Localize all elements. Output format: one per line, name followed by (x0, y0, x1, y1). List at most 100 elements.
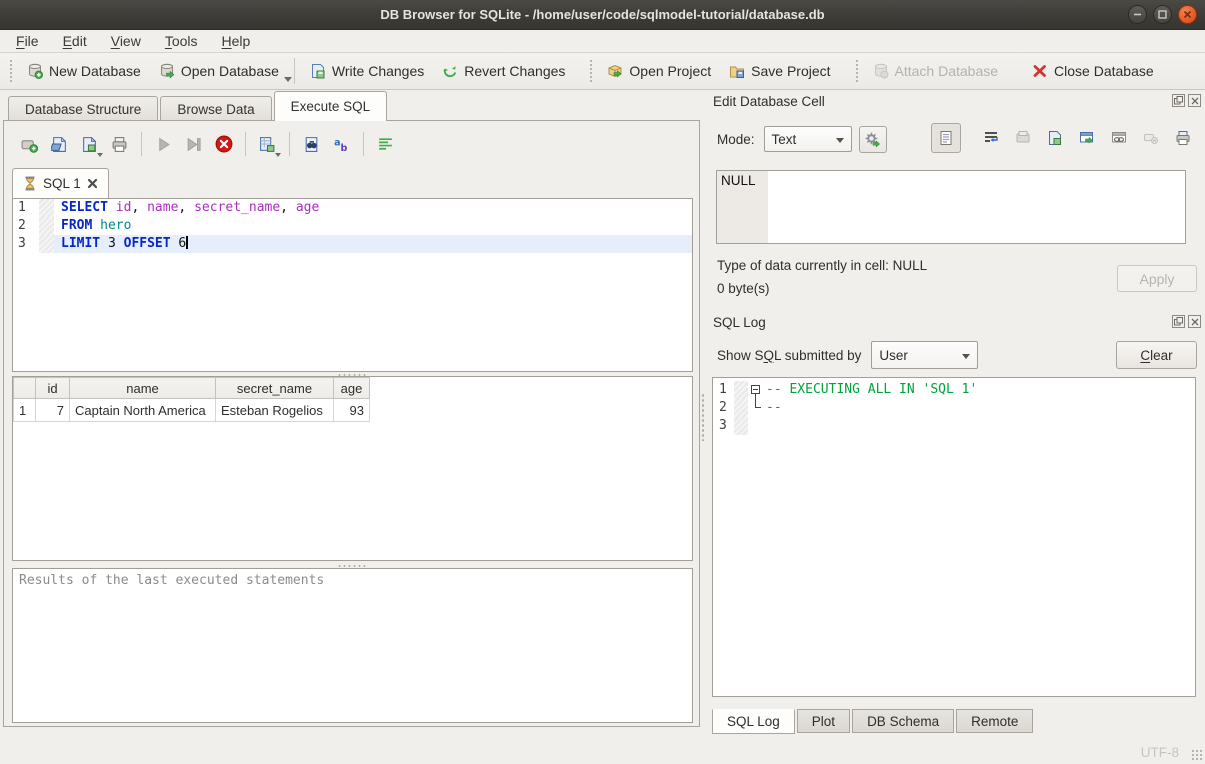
corner-header[interactable] (14, 378, 36, 399)
results-grid: id name secret_name age 1 7 Captain Nort… (12, 376, 693, 561)
log-line-number: 2 (713, 399, 734, 417)
log-line-number: 3 (713, 417, 734, 435)
float-dock-button[interactable] (1172, 315, 1185, 328)
revert-changes-button[interactable]: Revert Changes (433, 58, 574, 84)
word-wrap-icon (983, 130, 999, 146)
sql-editor[interactable]: 1 SELECT id, name, secret_name, age 2 FR… (12, 198, 693, 372)
cell-id[interactable]: 7 (36, 399, 70, 422)
window-controls (1128, 5, 1197, 24)
close-dock-button[interactable] (1188, 315, 1201, 328)
autocomplete-button[interactable]: ab (328, 131, 355, 158)
cell-value-editor[interactable]: NULL (716, 170, 1186, 244)
fold-tree-line (755, 394, 761, 408)
save-project-button[interactable]: Save Project (720, 58, 839, 84)
float-dock-button[interactable] (1172, 94, 1185, 107)
new-sql-tab-button[interactable] (16, 131, 43, 158)
open-project-icon (607, 63, 623, 79)
open-sql-file-icon (51, 136, 68, 153)
open-database-dropdown-caret-icon[interactable] (284, 77, 292, 82)
close-database-icon (1032, 63, 1048, 79)
clear-log-button[interactable]: Clear (1116, 341, 1197, 369)
cell-name[interactable]: Captain North America (70, 399, 216, 422)
find-button[interactable] (298, 131, 325, 158)
set-null-icon (1143, 130, 1159, 146)
format-sql-button[interactable] (372, 131, 399, 158)
menu-tools[interactable]: Tools (153, 31, 210, 51)
editor-line-current: 3 LIMIT 3 OFFSET 6 (13, 235, 692, 253)
execute-line-button (180, 131, 207, 158)
mode-label: Mode: (717, 132, 755, 147)
open-database-button[interactable]: Open Database (150, 58, 288, 84)
mode-combobox[interactable]: Text (764, 126, 852, 152)
toolbar-separator (294, 58, 295, 84)
results-header-row: id name secret_name age (14, 378, 370, 399)
menu-view[interactable]: View (99, 31, 153, 51)
cell-age[interactable]: 93 (334, 399, 370, 422)
auto-mode-button[interactable] (859, 126, 887, 153)
toolbar-drag-handle[interactable] (854, 58, 860, 84)
export-results-dropdown-caret-icon[interactable] (275, 153, 281, 157)
fold-minus-icon[interactable] (751, 385, 760, 394)
copy-link-button[interactable] (1103, 123, 1135, 153)
close-button[interactable] (1178, 5, 1197, 24)
log-line-number: 1 (713, 381, 734, 399)
menu-edit[interactable]: Edit (51, 31, 99, 51)
tab-remote[interactable]: Remote (956, 709, 1033, 733)
close-dock-icon (1191, 318, 1199, 326)
export-cell-button[interactable] (1039, 123, 1071, 153)
save-sql-file-button[interactable] (76, 131, 103, 158)
export-results-button[interactable] (254, 131, 281, 158)
open-project-button[interactable]: Open Project (598, 58, 720, 84)
column-header-id[interactable]: id (36, 378, 70, 399)
panel-splitter[interactable] (701, 393, 706, 441)
cell-secret-name[interactable]: Esteban Rogelios (216, 399, 334, 422)
statusbar: UTF-8 (0, 734, 1205, 764)
tab-browse-data[interactable]: Browse Data (160, 96, 271, 121)
text-mode-button[interactable] (931, 123, 961, 153)
close-dock-button[interactable] (1188, 94, 1201, 107)
print-cell-button[interactable] (1167, 123, 1199, 153)
sql-1-tab[interactable]: SQL 1 (12, 168, 109, 198)
save-sql-dropdown-caret-icon[interactable] (97, 153, 103, 157)
toolbar-drag-handle[interactable] (8, 58, 14, 84)
log-entry: -- EXECUTING ALL IN 'SQL 1' (766, 381, 977, 399)
menu-file[interactable]: File (4, 31, 51, 51)
menu-help[interactable]: Help (210, 31, 263, 51)
close-database-button[interactable]: Close Database (1023, 58, 1163, 84)
minimize-button[interactable] (1128, 5, 1147, 24)
stop-execution-button[interactable] (210, 131, 237, 158)
word-wrap-button[interactable] (975, 123, 1007, 153)
tab-db-schema[interactable]: DB Schema (852, 709, 954, 733)
log-filter-combobox[interactable]: User (871, 341, 978, 369)
mode-row: Mode: Text (717, 125, 887, 153)
print-sql-button[interactable] (106, 131, 133, 158)
close-tab-icon[interactable] (87, 178, 98, 189)
resize-grip[interactable] (1191, 749, 1203, 761)
open-sql-file-button[interactable] (46, 131, 73, 158)
new-database-button[interactable]: New Database (18, 58, 150, 84)
open-external-icon (1079, 130, 1095, 146)
tab-database-structure[interactable]: Database Structure (8, 96, 158, 121)
column-header-secret-name[interactable]: secret_name (216, 378, 334, 399)
sql-log-view[interactable]: 1 -- EXECUTING ALL IN 'SQL 1' 2 -- 3 (712, 377, 1196, 697)
svg-text:b: b (340, 142, 347, 152)
open-external-button[interactable] (1071, 123, 1103, 153)
toolbar-drag-handle[interactable] (588, 58, 594, 84)
cell-value-text: NULL (717, 171, 768, 243)
maximize-button[interactable] (1153, 5, 1172, 24)
write-changes-button[interactable]: Write Changes (301, 58, 433, 84)
results-table: id name secret_name age 1 7 Captain Nort… (13, 377, 370, 422)
text-cursor (186, 236, 188, 249)
tab-execute-sql[interactable]: Execute SQL (274, 91, 388, 121)
column-header-age[interactable]: age (334, 378, 370, 399)
tab-sql-log[interactable]: SQL Log (712, 709, 795, 734)
stop-icon (215, 135, 233, 153)
tab-plot[interactable]: Plot (797, 709, 850, 733)
bottom-tabbar: SQL Log Plot DB Schema Remote (712, 709, 1035, 734)
float-dock-icon (1174, 317, 1183, 326)
log-line: 3 (713, 417, 1195, 435)
column-header-name[interactable]: name (70, 378, 216, 399)
log-line: 2 -- (713, 399, 1195, 417)
row-number[interactable]: 1 (14, 399, 36, 422)
import-cell-button (1007, 123, 1039, 153)
